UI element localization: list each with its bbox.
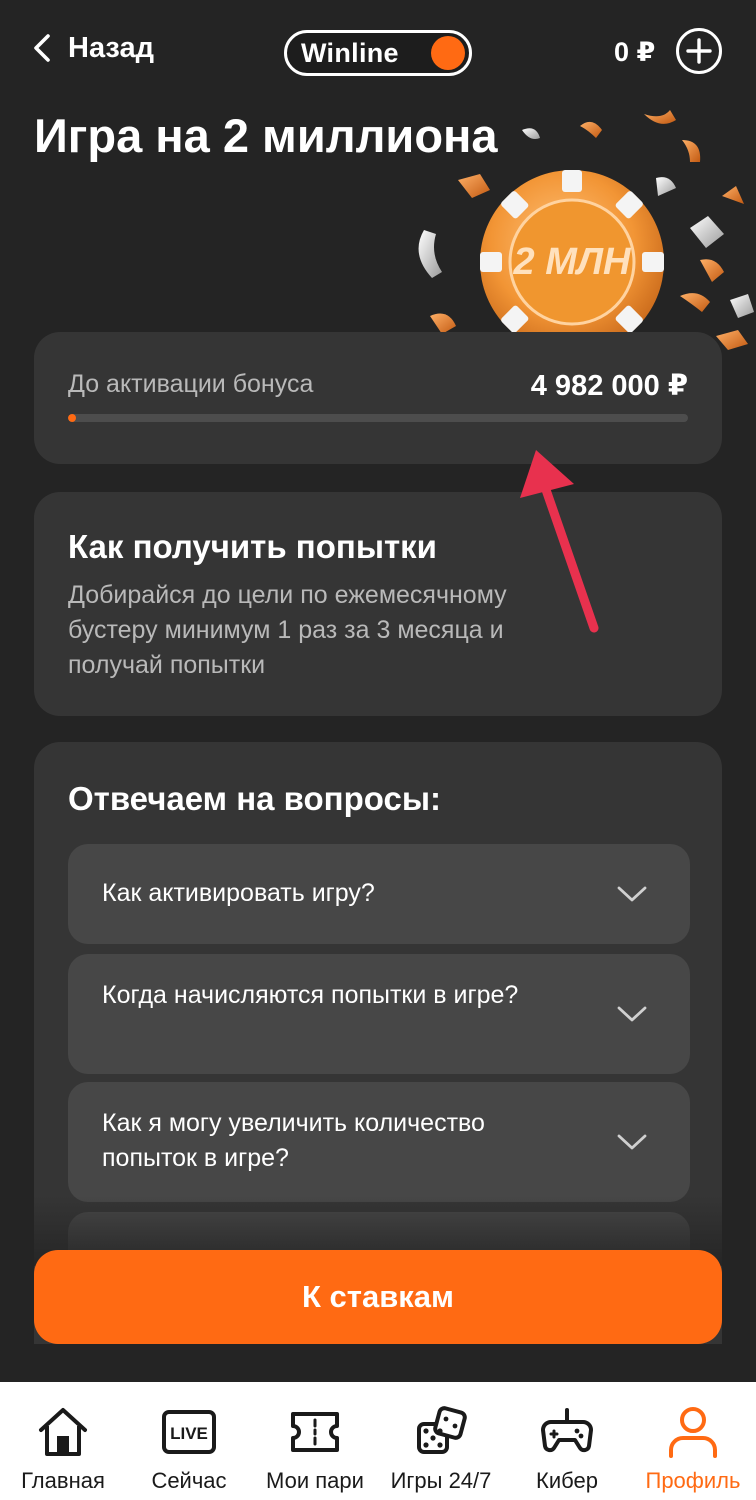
nav-label: Главная — [21, 1468, 105, 1493]
nav-item-profile[interactable]: Профиль — [630, 1382, 756, 1500]
faq-question: Когда начисляются попытки в игре? — [102, 981, 519, 1009]
chevron-left-icon — [34, 34, 50, 62]
nav-item-home[interactable]: Главная — [0, 1382, 126, 1500]
faq-item[interactable]: Когда начисляются попытки в игре? — [68, 954, 690, 1074]
progress-amount: 4 982 000 ₽ — [530, 370, 688, 402]
chevron-down-icon — [617, 1134, 647, 1150]
faq-question: Как активировать игру? — [102, 879, 375, 907]
nav-label: Кибер — [536, 1468, 598, 1493]
progress-bar — [68, 414, 688, 422]
info-title: Как получить попытки — [68, 528, 437, 565]
profile-icon — [669, 1407, 717, 1458]
ticket-icon — [291, 1412, 339, 1452]
nav-item-my-bets[interactable]: Мои пари — [252, 1382, 378, 1500]
back-label: Назад — [68, 31, 154, 64]
gamepad-icon — [541, 1408, 593, 1453]
logo-text: Winline — [301, 37, 399, 68]
cta-background — [0, 1344, 756, 1384]
balance[interactable]: 0 ₽ — [614, 32, 655, 72]
dice-icon — [417, 1406, 467, 1454]
nav-item-games[interactable]: Игры 24/7 — [378, 1382, 504, 1500]
faq-question: Как я могу увеличить количество попыток … — [102, 1109, 485, 1172]
to-bets-button[interactable]: К ставкам — [34, 1250, 722, 1344]
winline-logo: Winline — [284, 30, 472, 76]
nav-label: Мои пари — [266, 1468, 364, 1493]
chevron-down-icon — [617, 1006, 647, 1022]
home-icon — [39, 1408, 87, 1456]
chip-label: 2 МЛН — [513, 241, 632, 283]
progress-label: До активации бонуса — [68, 370, 314, 398]
faq-item[interactable]: Как я могу увеличить количество попыток … — [68, 1082, 690, 1202]
faq-item[interactable]: Как активировать игру? — [68, 844, 690, 944]
svg-text:LIVE: LIVE — [170, 1424, 208, 1443]
back-button[interactable]: Назад — [30, 26, 154, 70]
page-title: Игра на 2 миллиона — [34, 109, 498, 162]
nav-item-cyber[interactable]: Кибер — [504, 1382, 630, 1500]
nav-label: Игры 24/7 — [390, 1468, 492, 1493]
live-icon: LIVE — [162, 1410, 216, 1454]
header: Назад Winline 0 ₽ — [0, 0, 756, 100]
deposit-button[interactable] — [676, 28, 722, 74]
nav-label: Сейчас — [151, 1468, 227, 1493]
bottom-nav: Главная LIVE Сейчас Мои пари Игры 24/7 К… — [0, 1382, 756, 1500]
chevron-down-icon — [617, 886, 647, 902]
annotation-arrow — [520, 450, 599, 633]
plus-icon — [686, 38, 712, 64]
nav-label: Профиль — [645, 1468, 741, 1493]
progress-bar-fill — [68, 414, 76, 422]
logo-dot — [431, 36, 465, 70]
nav-item-live[interactable]: LIVE Сейчас — [126, 1382, 252, 1500]
faq-title: Отвечаем на вопросы: — [68, 780, 442, 817]
